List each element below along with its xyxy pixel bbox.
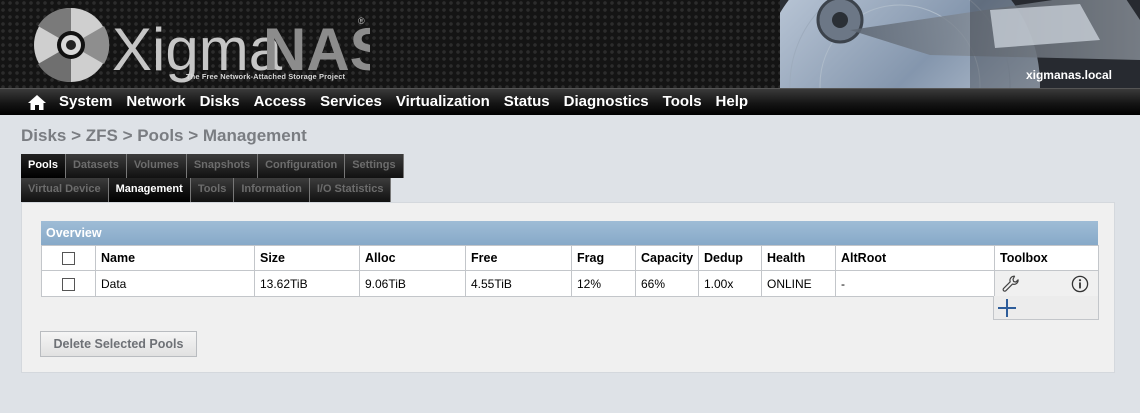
tagline: The Free Network-Attached Storage Projec… xyxy=(186,72,346,81)
col-free: Free xyxy=(465,245,572,271)
cell-free: 4.55TiB xyxy=(465,270,572,297)
tab-pools[interactable]: Pools xyxy=(21,154,66,178)
table-header-row: Name Size Alloc Free Frag Capacity Dedup… xyxy=(41,245,1099,271)
cell-size: 13.62TiB xyxy=(254,270,360,297)
nav-access[interactable]: Access xyxy=(254,89,307,116)
nav-diagnostics[interactable]: Diagnostics xyxy=(564,89,649,116)
tab-virtual-device[interactable]: Virtual Device xyxy=(21,178,109,202)
content-panel: Overview Name Size Alloc Free Frag Capac… xyxy=(21,202,1115,373)
info-icon[interactable] xyxy=(1071,275,1089,293)
cell-altroot: - xyxy=(835,270,995,297)
row-select-cell xyxy=(41,270,96,297)
nav-disks[interactable]: Disks xyxy=(200,89,240,116)
nav-menu: System Network Disks Access Services Vir… xyxy=(59,89,762,116)
cell-health: ONLINE xyxy=(761,270,836,297)
nav-virtualization[interactable]: Virtualization xyxy=(396,89,490,116)
tab-management[interactable]: Management xyxy=(108,178,191,202)
nav-status[interactable]: Status xyxy=(504,89,550,116)
tab-datasets[interactable]: Datasets xyxy=(65,154,127,178)
col-health: Health xyxy=(761,245,836,271)
tab-snapshots[interactable]: Snapshots xyxy=(186,154,259,178)
add-pool-cell xyxy=(993,296,1099,320)
tab-settings[interactable]: Settings xyxy=(345,154,404,178)
row-checkbox[interactable] xyxy=(62,277,75,291)
wrench-icon[interactable] xyxy=(1002,275,1020,293)
nav-services[interactable]: Services xyxy=(320,89,382,116)
col-alloc: Alloc xyxy=(359,245,466,271)
tab-volumes[interactable]: Volumes xyxy=(126,154,187,178)
cell-alloc: 9.06TiB xyxy=(359,270,466,297)
tab-row-primary: Pools Datasets Volumes Snapshots Configu… xyxy=(21,154,404,178)
cell-name: Data xyxy=(95,270,255,297)
tab-tools[interactable]: Tools xyxy=(190,178,235,202)
col-name: Name xyxy=(95,245,255,271)
nav-system[interactable]: System xyxy=(59,89,112,116)
col-size: Size xyxy=(254,245,360,271)
header-banner: Xigma NAS ® The Free Network-Attached St… xyxy=(0,0,1140,88)
col-capacity: Capacity xyxy=(635,245,699,271)
delete-selected-pools-button[interactable]: Delete Selected Pools xyxy=(40,331,197,357)
pools-table: Name Size Alloc Free Frag Capacity Dedup… xyxy=(41,245,1099,297)
nav-help[interactable]: Help xyxy=(716,89,749,116)
col-frag: Frag xyxy=(571,245,636,271)
tab-row-secondary: Virtual Device Management Tools Informat… xyxy=(21,178,392,202)
cell-capacity: 66% xyxy=(635,270,699,297)
breadcrumb: Disks > ZFS > Pools > Management xyxy=(21,126,307,145)
col-altroot: AltRoot xyxy=(835,245,995,271)
main-nav-bar: System Network Disks Access Services Vir… xyxy=(0,88,1140,115)
select-all-cell xyxy=(41,245,96,271)
select-all-checkbox[interactable] xyxy=(62,252,75,266)
tab-configuration[interactable]: Configuration xyxy=(258,154,346,178)
overview-title: Overview xyxy=(41,221,1098,245)
col-dedup: Dedup xyxy=(698,245,762,271)
toolbox xyxy=(1000,272,1093,296)
cell-dedup: 1.00x xyxy=(698,270,762,297)
hostname: xigmanas.local xyxy=(1025,68,1112,82)
nav-network[interactable]: Network xyxy=(126,89,185,116)
table-row: Data 13.62TiB 9.06TiB 4.55TiB 12% 66% 1.… xyxy=(41,270,1099,297)
registered-mark: ® xyxy=(358,16,365,26)
plus-icon[interactable] xyxy=(997,298,1017,318)
home-icon[interactable] xyxy=(28,95,46,110)
col-toolbox: Toolbox xyxy=(994,245,1099,271)
tab-io-statistics[interactable]: I/O Statistics xyxy=(309,178,392,202)
cell-frag: 12% xyxy=(571,270,636,297)
toolbox-cell xyxy=(994,270,1099,297)
tab-information[interactable]: Information xyxy=(234,178,310,202)
nav-tools[interactable]: Tools xyxy=(663,89,702,116)
